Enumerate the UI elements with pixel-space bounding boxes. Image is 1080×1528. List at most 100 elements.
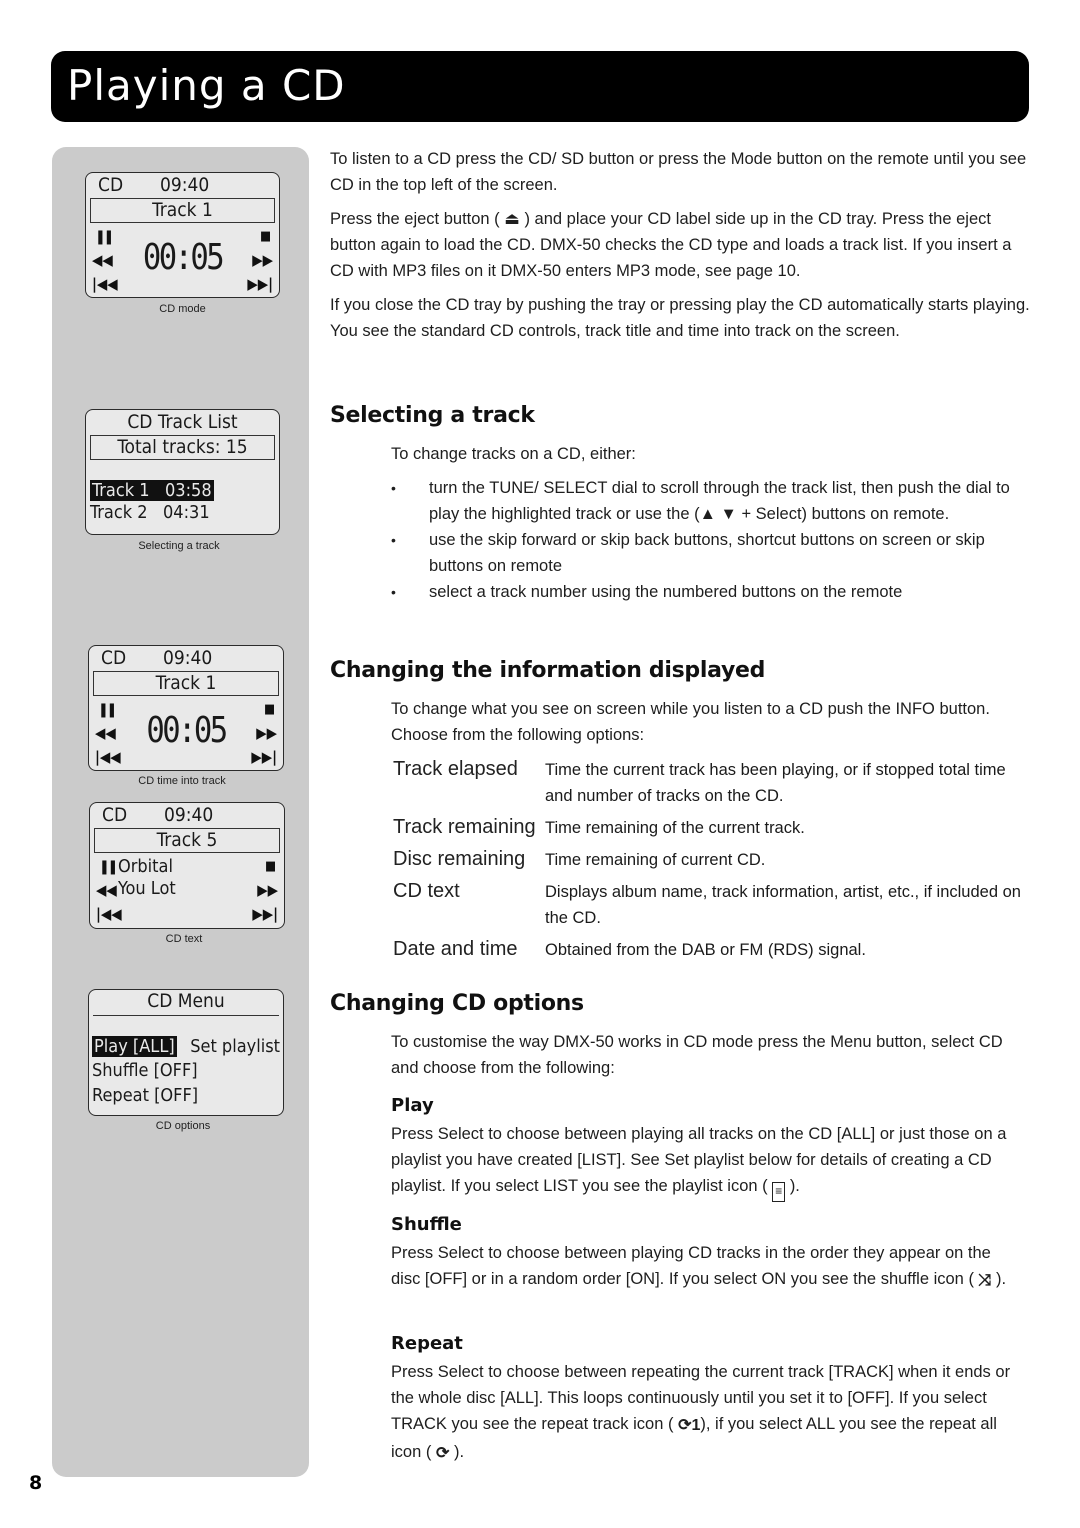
info-option-desc: Time the current track has been playing,… [545,761,1006,805]
info-options-table: Track elapsed Time the current track has… [393,756,1023,963]
options-intro: To customise the way DMX-50 works in CD … [391,1033,1003,1077]
heading-play: Play [391,1095,434,1116]
repeat-track-icon: ⟳1 [678,1417,701,1434]
selecting-bullet-list: • turn the TUNE/ SELECT dial to scroll th… [391,475,1021,605]
bullet-icon: • [391,480,396,496]
lcd-elapsed-time: 00:05 [146,710,228,751]
info-option-desc: Time remaining of the current track. [545,819,805,837]
intro-paragraph: Press the eject button ( ⏏ ) and place y… [330,206,1030,284]
text-fragment: Press the eject button ( [330,210,500,228]
selecting-section: To change tracks on a CD, either: • turn … [391,441,1021,605]
lcd-elapsed-time: 00:05 [142,237,225,278]
bullet-icon: • [391,584,396,600]
lcd-menu-divider [93,1015,279,1016]
lcd-screen-cd-menu: CD Menu Play [ALL] Set playlist Shuffle … [88,989,284,1116]
caption-time-into-track: CD time into track [138,775,226,787]
text-fragment: Press Select to choose between playing a… [391,1125,1007,1195]
down-arrow-icon: ▼ [720,505,737,523]
page-number: 8 [29,1472,43,1494]
info-option-desc: Time remaining of current CD. [545,851,766,869]
lcd-song-title: You Lot [118,878,176,899]
caption-cd-options: CD options [155,1120,211,1132]
info-option-desc: Displays album name, track information, … [545,883,1021,927]
text-fragment: select a track number using the numbered… [429,583,903,601]
lcd-total-tracks: Total tracks: 15 [90,435,275,460]
list-item: • turn the TUNE/ SELECT dial to scroll th… [391,475,1021,527]
lcd-screen-cd-text: CD 09:40 Track 5 ❚❚ ◀◀ |◀◀ ■ ▶▶ ▶▶| Orbi… [89,802,285,929]
up-arrow-icon: ▲ [699,505,716,523]
lcd-list-heading: CD Track List [127,411,238,433]
caption-cd-text: CD text [165,933,203,945]
lcd-screen-time-into-track: CD 09:40 Track 1 ❚❚ ◀◀ |◀◀ ■ ▶▶ ▶▶| 00:0… [88,645,284,771]
repeat-all-icon: ⟳ [435,1445,450,1462]
text-fragment: Press Select to choose between playing C… [391,1244,991,1288]
repeat-description: Press Select to choose between repeating… [391,1359,1021,1467]
text-fragment: ). [995,1270,1007,1288]
bullet-icon: • [391,532,396,548]
info-option-term: Disc remaining [393,848,526,870]
caption-cd-mode: CD mode [159,303,206,315]
list-item: • select a track number using the numbere… [391,579,1021,605]
info-option-row: Disc remaining Time remaining of current… [393,846,1023,873]
lcd-mode-label: CD [102,804,128,826]
lcd-track-row[interactable]: Track 1 03:58 [90,480,214,501]
lcd-track-title: Track 1 [90,198,275,223]
heading-repeat: Repeat [391,1333,463,1354]
lcd-menu-item-label: Play [ALL] [92,1036,177,1057]
skip-back-icon: |◀◀ [96,905,122,923]
text-fragment: use the skip forward or skip back button… [429,531,985,575]
lcd-track-title: Track 1 [93,671,279,696]
fast-forward-icon: ▶▶ [257,881,278,899]
intro-section: To listen to a CD press the CD/ SD butto… [330,146,1030,352]
info-option-row: Track remaining Time remaining of the cu… [393,814,1023,841]
info-option-term: CD text [393,880,460,902]
lcd-menu-item-repeat[interactable]: Repeat [OFF] [92,1085,198,1106]
text-fragment: ). [453,1443,465,1461]
info-intro: To change what you see on screen while y… [391,700,990,744]
play-description: Press Select to choose between playing a… [391,1121,1021,1202]
lcd-track-row-label: Track 1 03:58 [90,480,214,501]
pause-icon: ❚❚ [99,859,118,875]
lcd-menu-item-shuffle[interactable]: Shuffle [OFF] [92,1060,198,1081]
lcd-clock: 09:40 [164,804,214,826]
title-bar: Playing a CD [51,51,1029,122]
lcd-clock: 09:40 [160,174,210,196]
heading-changing-cd-options: Changing CD options [330,991,584,1016]
skip-forward-icon: ▶▶| [251,748,277,766]
info-option-term: Date and time [393,938,518,960]
stop-icon: ■ [264,859,276,874]
lcd-menu-item-set-playlist[interactable]: Set playlist [190,1036,280,1057]
info-option-term: Track remaining [393,816,536,838]
lcd-artist: Orbital [118,856,173,877]
lcd-menu-heading: CD Menu [147,990,225,1012]
playlist-icon: ≡ [772,1182,786,1202]
eject-icon: ⏏ [504,210,520,228]
lcd-track-title: Track 5 [94,828,280,853]
shuffle-icon: ⤨ [978,1272,992,1289]
skip-back-icon: |◀◀ [95,748,121,766]
lcd-mode-label: CD [101,647,127,669]
lcd-track-row-label: Track 2 04:31 [90,502,210,523]
lcd-clock: 09:40 [163,647,213,669]
list-item: • use the skip forward or skip back butto… [391,527,1021,579]
lcd-menu-item-play[interactable]: Play [ALL] [92,1036,177,1057]
info-option-row: Track elapsed Time the current track has… [393,756,1023,809]
info-option-term: Track elapsed [393,758,518,780]
skip-forward-icon: ▶▶| [252,905,278,923]
lcd-screen-cd-mode: CD 09:40 Track 1 ❚❚ ◀◀ |◀◀ ■ ▶▶ ▶▶| 00:0… [85,172,280,298]
lcd-screen-track-list: CD Track List Total tracks: 15 Track 1 0… [85,409,280,535]
text-fragment: ). [789,1177,800,1195]
skip-back-icon: |◀◀ [92,275,118,293]
info-option-row: CD text Displays album name, track infor… [393,878,1023,931]
skip-forward-icon: ▶▶| [247,275,273,293]
heading-shuffle: Shuffle [391,1214,462,1235]
intro-paragraph: If you close the CD tray by pushing the … [330,296,1030,340]
heading-selecting-track: Selecting a track [330,403,535,428]
shuffle-description: Press Select to choose between playing C… [391,1240,1021,1294]
lcd-track-row[interactable]: Track 2 04:31 [90,502,210,523]
page-title: Playing a CD [67,61,346,110]
rewind-icon: ◀◀ [96,881,117,899]
caption-selecting-track: Selecting a track [138,540,220,552]
info-option-row: Date and time Obtained from the DAB or F… [393,936,1023,963]
intro-paragraph: To listen to a CD press the CD/ SD butto… [330,150,1027,194]
